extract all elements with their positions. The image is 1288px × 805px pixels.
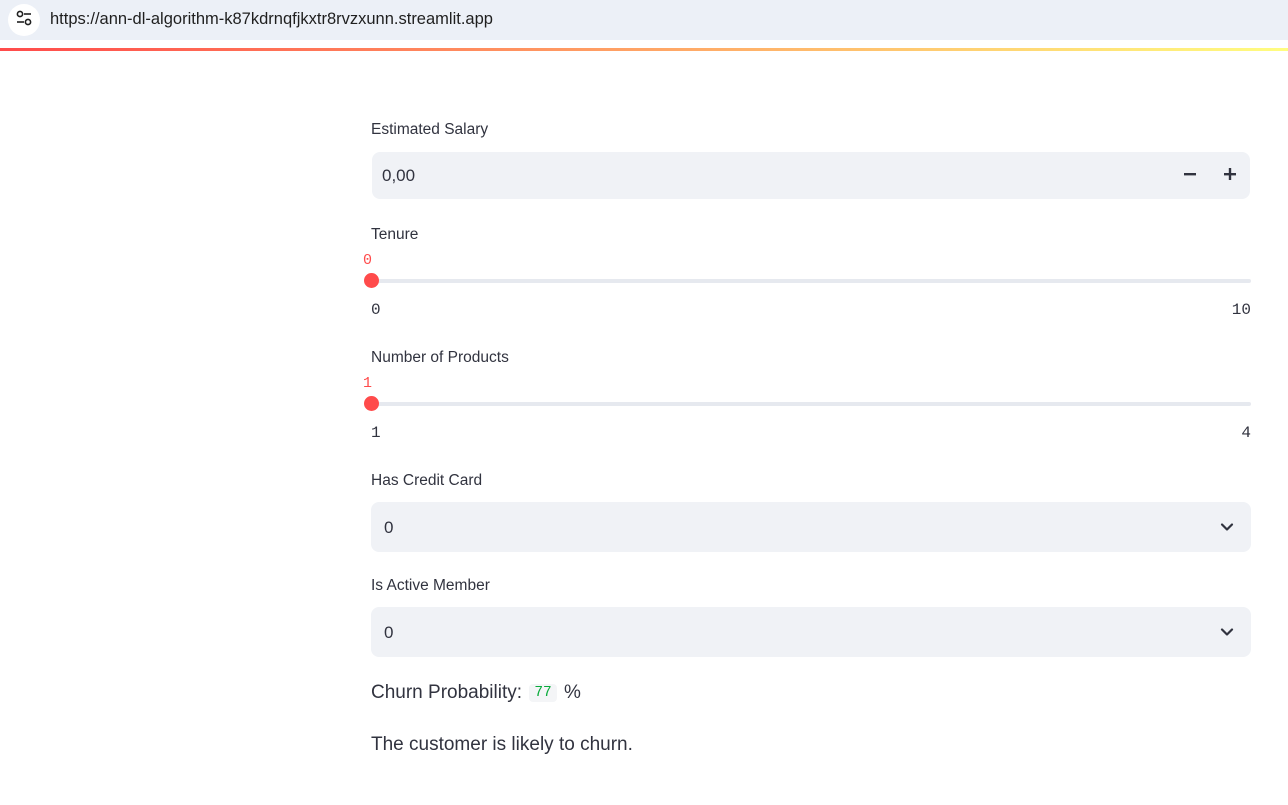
num-products-current-value: 1 — [363, 375, 373, 392]
tenure-slider-thumb[interactable] — [364, 273, 379, 288]
site-info-button[interactable] — [8, 4, 40, 36]
plus-icon — [1224, 167, 1236, 185]
churn-probability-unit: % — [564, 682, 581, 703]
churn-probability-line: Churn Probability: 77 % — [371, 682, 581, 704]
num-products-max-label: 4 — [1241, 424, 1251, 442]
increment-button[interactable] — [1210, 152, 1250, 199]
is-active-member-selected: 0 — [384, 623, 394, 642]
chevron-down-icon — [1219, 519, 1235, 535]
num-products-slider[interactable] — [364, 396, 1251, 411]
is-active-member-select[interactable]: 0 — [371, 607, 1251, 657]
estimated-salary-input[interactable]: 0,00 — [372, 152, 1250, 199]
has-credit-card-selected: 0 — [384, 518, 394, 537]
churn-verdict: The customer is likely to churn. — [371, 734, 633, 755]
minus-icon — [1184, 167, 1196, 185]
is-active-member-label: Is Active Member — [371, 577, 490, 594]
has-credit-card-select[interactable]: 0 — [371, 502, 1251, 552]
num-products-label: Number of Products — [371, 349, 509, 366]
browser-address-bar[interactable]: https://ann-dl-algorithm-k87kdrnqfjkxtr8… — [0, 0, 1288, 40]
num-products-slider-thumb[interactable] — [364, 396, 379, 411]
tenure-min-label: 0 — [371, 301, 381, 319]
tune-icon — [15, 9, 33, 32]
estimated-salary-label: Estimated Salary — [371, 121, 489, 138]
has-credit-card-label: Has Credit Card — [371, 472, 483, 489]
header-decoration-bar — [0, 48, 1288, 51]
num-products-min-label: 1 — [371, 424, 381, 442]
url-text[interactable]: https://ann-dl-algorithm-k87kdrnqfjkxtr8… — [50, 10, 493, 29]
tenure-label: Tenure — [371, 226, 419, 243]
tenure-slider[interactable] — [364, 273, 1251, 288]
churn-probability-value: 77 — [529, 684, 557, 702]
tenure-max-label: 10 — [1231, 301, 1251, 319]
churn-probability-label: Churn Probability: — [371, 682, 523, 703]
decrement-button[interactable] — [1170, 152, 1210, 199]
chevron-down-icon — [1219, 624, 1235, 640]
tenure-current-value: 0 — [363, 252, 373, 269]
estimated-salary-value[interactable]: 0,00 — [382, 166, 415, 186]
